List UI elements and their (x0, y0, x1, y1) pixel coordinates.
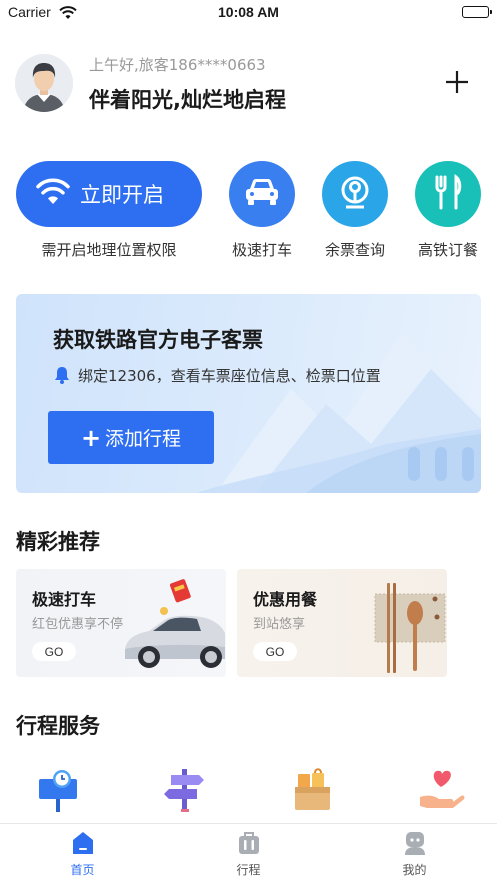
recommend-card-title: 极速打车 (32, 590, 97, 609)
recommend-card-taxi[interactable]: 极速打车 红包优惠享不停 GO (16, 569, 226, 677)
tab-trips-label: 行程 (236, 863, 261, 877)
clock-label: 10:08 AM (218, 4, 279, 20)
signpost-icon[interactable] (161, 765, 209, 813)
go-button[interactable]: GO (253, 642, 297, 661)
tab-mine-label: 我的 (402, 863, 427, 877)
profile-icon (403, 830, 427, 856)
services-section-title: 行程服务 (16, 714, 100, 738)
tab-home-label: 首页 (70, 863, 95, 877)
tab-bar: 首页 行程 我的 (0, 823, 497, 883)
quick-taxi-button[interactable] (229, 161, 295, 227)
add-trip-label: 添加行程 (105, 428, 182, 450)
quick-taxi-label: 极速打车 (231, 241, 292, 259)
location-permission-caption: 需开启地理位置权限 (41, 241, 177, 259)
train-meal-label: 高铁订餐 (417, 241, 478, 259)
luggage-icon (237, 830, 261, 856)
tab-trips[interactable]: 行程 (166, 824, 331, 883)
railway-logo-icon (337, 174, 373, 214)
enable-location-label: 立即开启 (80, 183, 164, 207)
add-icon[interactable] (441, 66, 473, 98)
car-illustration (125, 579, 225, 668)
enable-location-button[interactable]: 立即开启 (16, 161, 202, 227)
recommend-card-meal[interactable]: 优惠用餐 到站悠享 GO (237, 569, 447, 677)
tab-home[interactable]: 首页 (0, 824, 165, 883)
avatar[interactable] (15, 54, 73, 112)
ticket-query-button[interactable] (322, 161, 388, 227)
go-button[interactable]: GO (32, 642, 76, 661)
add-trip-button[interactable]: + 添加行程 (48, 411, 214, 464)
status-bar: Carrier 10:08 AM (0, 0, 497, 26)
banner-subtitle: 绑定12306，查看车票座位信息、检票口位置 (78, 367, 381, 385)
recommend-card-subtitle: 红包优惠享不停 (32, 617, 124, 632)
recommend-card-subtitle: 到站悠享 (253, 617, 306, 632)
heart-hand-icon[interactable] (417, 765, 465, 813)
banner-title: 获取铁路官方电子客票 (53, 328, 263, 352)
wifi-signal-icon (36, 178, 70, 210)
plus-icon: + (80, 423, 102, 452)
ticket-query-label: 余票查询 (324, 241, 385, 259)
car-icon (242, 177, 282, 211)
train-meal-button[interactable] (415, 161, 481, 227)
tab-mine[interactable]: 我的 (332, 824, 497, 883)
home-icon (71, 830, 95, 856)
e-ticket-banner[interactable]: 获取铁路官方电子客票 绑定12306，查看车票座位信息、检票口位置 + 添加行程 (16, 294, 481, 493)
fork-knife-icon (432, 173, 464, 214)
battery-icon (462, 6, 492, 18)
shopping-bag-icon[interactable] (290, 765, 338, 813)
recommend-card-title: 优惠用餐 (253, 590, 318, 609)
greeting-text: 上午好,旅客186****0663 (89, 56, 266, 74)
recommend-section-title: 精彩推荐 (16, 530, 100, 554)
bell-icon (54, 366, 70, 388)
slogan-text: 伴着阳光,灿烂地启程 (89, 88, 286, 112)
utensils-illustration (374, 583, 446, 673)
clock-sign-icon[interactable] (36, 765, 84, 813)
